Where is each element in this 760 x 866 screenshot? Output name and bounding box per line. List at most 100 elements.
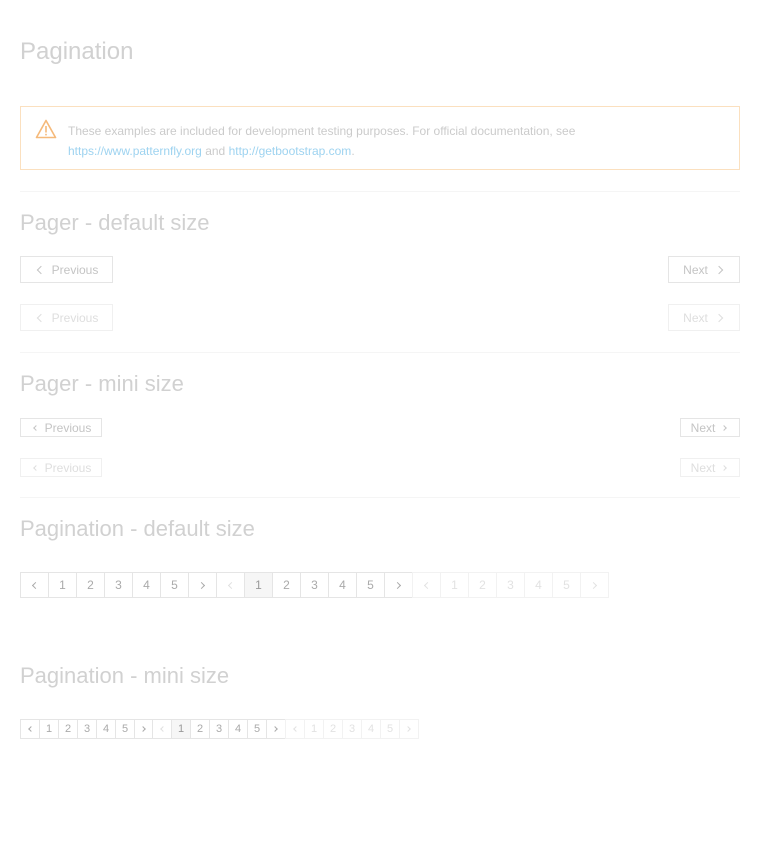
mini-pager-previous-button[interactable]: Previous xyxy=(20,418,102,437)
next-label: Next xyxy=(690,460,716,475)
page-4-button: 4 xyxy=(524,572,553,598)
page-prev-button[interactable] xyxy=(20,719,40,739)
pager-previous-button[interactable]: Previous xyxy=(20,256,113,283)
page-1-button: 1 xyxy=(304,719,324,739)
page-prev-button[interactable] xyxy=(152,719,172,739)
pagination-default: 1 2 3 4 5 xyxy=(20,572,217,598)
angle-right-icon xyxy=(272,726,278,732)
pager-next-button[interactable]: Next xyxy=(668,256,740,283)
page-prev-button[interactable] xyxy=(216,572,245,598)
page-5-button[interactable]: 5 xyxy=(356,572,385,598)
pagination-mini: 1 2 3 4 5 xyxy=(20,719,154,739)
pager-previous-button-disabled: Previous xyxy=(20,304,113,331)
divider xyxy=(20,497,740,498)
angle-right-icon xyxy=(393,581,402,589)
previous-label: Previous xyxy=(51,310,99,325)
divider xyxy=(20,352,740,353)
mini-pager-next-button-disabled: Next xyxy=(680,458,740,477)
alert-and: and xyxy=(205,144,226,158)
warning-triangle-icon xyxy=(35,119,57,139)
page-2-button: 2 xyxy=(468,572,497,598)
page-prev-button xyxy=(412,572,441,598)
page-5-button[interactable]: 5 xyxy=(115,719,135,739)
page-prev-button xyxy=(285,719,305,739)
mini-pager-next-button[interactable]: Next xyxy=(680,418,740,437)
angle-right-icon xyxy=(140,726,146,732)
page-4-button: 4 xyxy=(361,719,381,739)
angle-right-icon xyxy=(721,424,728,431)
page-5-button: 5 xyxy=(380,719,400,739)
page-next-button xyxy=(580,572,609,598)
angle-left-icon xyxy=(32,464,39,471)
angle-left-icon xyxy=(160,726,166,732)
section-title-pager-mini: Pager - mini size xyxy=(20,371,184,396)
page-2-button[interactable]: 2 xyxy=(76,572,105,598)
angle-right-icon xyxy=(405,726,411,732)
patternfly-link[interactable]: https://www.patternfly.org xyxy=(68,144,202,158)
page-1-button: 1 xyxy=(440,572,469,598)
angle-left-icon xyxy=(32,424,39,431)
page-3-button[interactable]: 3 xyxy=(104,572,133,598)
page-4-button[interactable]: 4 xyxy=(132,572,161,598)
mini-pager-previous-button-disabled: Previous xyxy=(20,458,102,477)
angle-left-icon xyxy=(227,581,236,589)
angle-left-icon xyxy=(423,581,432,589)
page-2-button[interactable]: 2 xyxy=(190,719,210,739)
page-1-button[interactable]: 1 xyxy=(48,572,77,598)
page-4-button[interactable]: 4 xyxy=(328,572,357,598)
section-title-pagination-mini: Pagination - mini size xyxy=(20,663,230,688)
angle-right-icon xyxy=(721,464,728,471)
previous-label: Previous xyxy=(51,262,99,277)
divider xyxy=(20,191,740,192)
page-5-button[interactable]: 5 xyxy=(247,719,267,739)
pagination-mini-active: 1 2 3 4 5 xyxy=(152,719,286,739)
angle-right-icon xyxy=(197,581,206,589)
alert-message: These examples are included for developm… xyxy=(68,121,719,161)
page-3-button: 3 xyxy=(342,719,362,739)
page-prev-button[interactable] xyxy=(20,572,49,598)
angle-left-icon xyxy=(36,265,45,274)
section-title-pagination-default: Pagination - default size xyxy=(20,516,255,541)
page-1-button-active[interactable]: 1 xyxy=(171,719,191,739)
page-4-button[interactable]: 4 xyxy=(228,719,248,739)
next-label: Next xyxy=(683,262,708,277)
page-3-button[interactable]: 3 xyxy=(300,572,329,598)
page-next-button xyxy=(399,719,419,739)
next-label: Next xyxy=(683,310,708,325)
pagination-default-active: 1 2 3 4 5 xyxy=(216,572,413,598)
page-5-button: 5 xyxy=(552,572,581,598)
page-3-button[interactable]: 3 xyxy=(209,719,229,739)
page-2-button[interactable]: 2 xyxy=(58,719,78,739)
page-3-button: 3 xyxy=(496,572,525,598)
warning-alert: These examples are included for developm… xyxy=(20,106,740,170)
angle-left-icon xyxy=(28,726,34,732)
page-next-button[interactable] xyxy=(384,572,413,598)
angle-left-icon xyxy=(293,726,299,732)
section-title-pager-default: Pager - default size xyxy=(20,210,210,235)
page-4-button[interactable]: 4 xyxy=(96,719,116,739)
page-title: Pagination xyxy=(20,38,134,65)
page-2-button[interactable]: 2 xyxy=(272,572,301,598)
angle-left-icon xyxy=(36,313,45,322)
angle-right-icon xyxy=(714,265,724,274)
page-2-button: 2 xyxy=(323,719,343,739)
page-next-button[interactable] xyxy=(134,719,154,739)
angle-right-icon xyxy=(714,313,724,322)
page-1-button-active[interactable]: 1 xyxy=(244,572,273,598)
next-label: Next xyxy=(690,420,716,435)
angle-left-icon xyxy=(31,581,40,589)
previous-label: Previous xyxy=(44,420,92,435)
previous-label: Previous xyxy=(44,460,92,475)
page-next-button[interactable] xyxy=(188,572,217,598)
angle-right-icon xyxy=(589,581,598,589)
pagination-default-disabled: 1 2 3 4 5 xyxy=(412,572,609,598)
bootstrap-link[interactable]: http://getbootstrap.com xyxy=(229,144,352,158)
alert-text: These examples are included for developm… xyxy=(68,124,576,138)
page-next-button[interactable] xyxy=(266,719,286,739)
page-1-button[interactable]: 1 xyxy=(39,719,59,739)
page-3-button[interactable]: 3 xyxy=(77,719,97,739)
page-5-button[interactable]: 5 xyxy=(160,572,189,598)
pager-next-button-disabled: Next xyxy=(668,304,740,331)
alert-period: . xyxy=(351,144,355,158)
pagination-mini-disabled: 1 2 3 4 5 xyxy=(285,719,419,739)
